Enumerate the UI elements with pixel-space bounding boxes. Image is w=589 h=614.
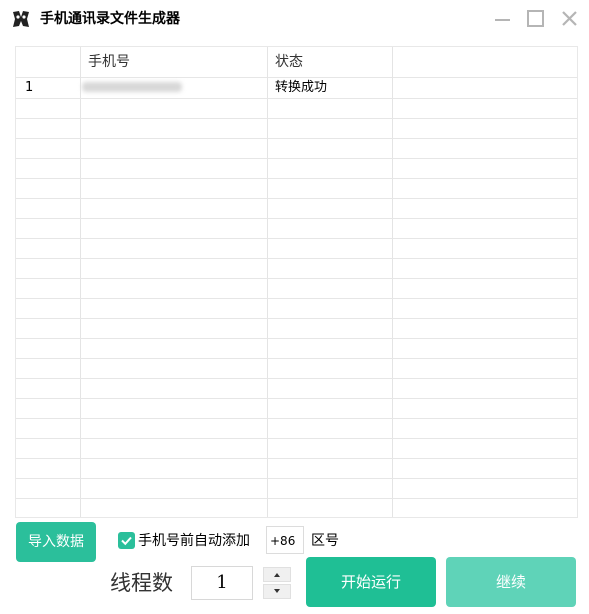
table-row[interactable] <box>16 298 577 319</box>
table-row[interactable] <box>16 338 577 359</box>
table-row[interactable] <box>16 358 577 379</box>
title-bar[interactable]: 手机通讯录文件生成器 <box>0 0 589 38</box>
table-row[interactable] <box>16 98 577 119</box>
continue-button[interactable]: 继续 <box>446 557 576 607</box>
table-row[interactable]: 1 转换成功 <box>16 78 577 99</box>
table-row[interactable] <box>16 278 577 299</box>
table-row[interactable] <box>16 178 577 199</box>
threads-decrement-button[interactable] <box>263 584 291 599</box>
table-row[interactable] <box>16 438 577 459</box>
table-row[interactable] <box>16 498 577 517</box>
auto-add-checkbox[interactable] <box>118 532 135 549</box>
data-grid[interactable]: 手机号 状态 1 转换成功 <box>15 46 578 518</box>
table-row[interactable] <box>16 418 577 439</box>
app-window: 手机通讯录文件生成器 手机号 状态 1 转换成功 导入数据 手机号前自动添加 +… <box>0 0 589 614</box>
threads-increment-button[interactable] <box>263 567 291 582</box>
table-row[interactable] <box>16 478 577 499</box>
table-row[interactable] <box>16 378 577 399</box>
table-row[interactable] <box>16 198 577 219</box>
threads-input[interactable]: 1 <box>191 566 253 600</box>
table-row[interactable] <box>16 158 577 179</box>
table-row[interactable] <box>16 398 577 419</box>
maximize-button[interactable] <box>523 6 549 32</box>
table-row[interactable] <box>16 458 577 479</box>
column-header-status[interactable]: 状态 <box>275 47 303 77</box>
row-index: 1 <box>25 80 34 95</box>
app-logo-icon <box>11 9 31 29</box>
table-row[interactable] <box>16 238 577 259</box>
table-row[interactable] <box>16 318 577 339</box>
table-row[interactable] <box>16 258 577 279</box>
start-button[interactable]: 开始运行 <box>306 557 436 607</box>
table-row[interactable] <box>16 118 577 139</box>
minimize-button[interactable] <box>490 6 516 32</box>
threads-label: 线程数 <box>110 571 173 595</box>
grid-header: 手机号 状态 <box>16 47 577 78</box>
status-cell: 转换成功 <box>275 80 328 95</box>
column-header-phone[interactable]: 手机号 <box>88 47 130 77</box>
window-title: 手机通讯录文件生成器 <box>40 11 180 27</box>
area-code-input[interactable]: +86 <box>266 526 304 554</box>
import-data-button[interactable]: 导入数据 <box>16 522 96 562</box>
area-code-label: 区号 <box>311 533 339 549</box>
auto-add-label[interactable]: 手机号前自动添加 <box>138 532 250 550</box>
table-row[interactable] <box>16 138 577 159</box>
close-button[interactable] <box>557 6 583 32</box>
redacted-phone <box>82 82 182 92</box>
table-row[interactable] <box>16 218 577 239</box>
